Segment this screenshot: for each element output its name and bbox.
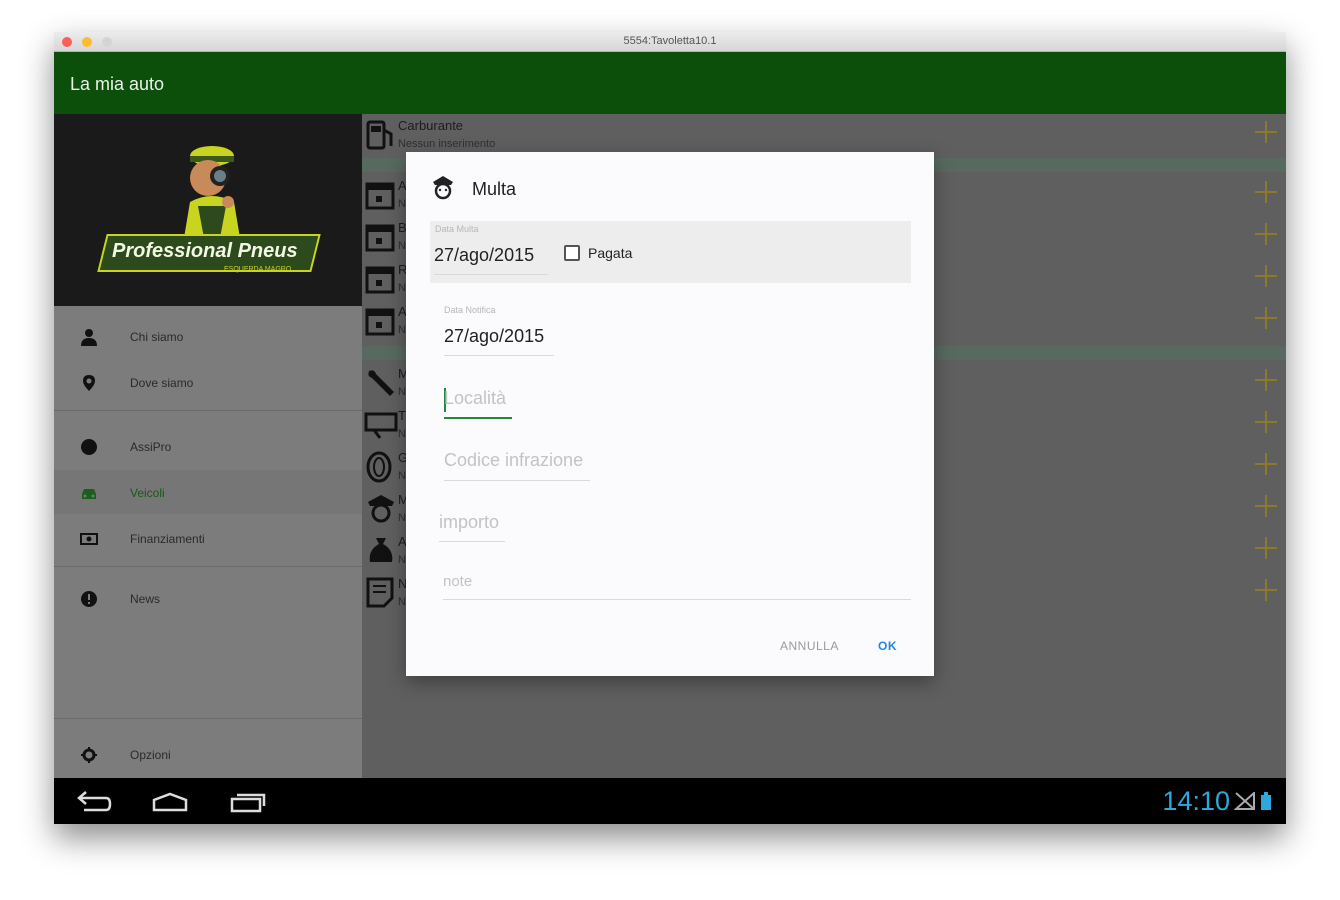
no-signal-icon — [1234, 792, 1255, 810]
annulla-button[interactable]: ANNULLA — [780, 639, 839, 653]
add-icon[interactable] — [1254, 536, 1278, 560]
row-subtitle: N — [398, 470, 406, 482]
pagata-label[interactable]: Pagata — [588, 245, 632, 261]
localita-input[interactable]: Località — [444, 388, 506, 409]
add-icon[interactable] — [1254, 306, 1278, 330]
note-input[interactable]: note — [443, 573, 472, 590]
mascot-icon — [184, 146, 240, 238]
pagata-checkbox[interactable] — [564, 245, 580, 261]
data-multa-field[interactable]: 27/ago/2015 — [434, 245, 534, 266]
calendar-icon — [365, 308, 395, 336]
list-item-carburante[interactable]: Carburante Nessun inserimento — [362, 114, 1286, 156]
data-multa-label: Data Multa — [435, 224, 479, 234]
add-icon[interactable] — [1254, 410, 1278, 434]
calendar-icon — [365, 224, 395, 252]
add-icon[interactable] — [1254, 494, 1278, 518]
drawer-item-label: Opzioni — [130, 748, 171, 762]
back-icon[interactable] — [74, 790, 114, 814]
calendar-icon — [365, 182, 395, 210]
calendar-icon — [365, 266, 395, 294]
drawer-divider — [54, 718, 362, 719]
tire-icon — [366, 451, 392, 483]
drawer-item-assipro[interactable]: AssiPro — [54, 424, 362, 468]
navigation-drawer: Professional Pneus ESQUERDA MAGRO Chi si… — [54, 114, 362, 778]
add-icon[interactable] — [1254, 452, 1278, 476]
row-subtitle: N — [398, 596, 406, 608]
wrench-icon — [368, 370, 394, 396]
drawer-item-dove-siamo[interactable]: Dove siamo — [54, 360, 362, 404]
add-icon[interactable] — [1254, 180, 1278, 204]
ok-button[interactable]: OK — [878, 639, 897, 653]
money-icon — [80, 533, 98, 545]
drawer-item-veicoli[interactable]: Veicoli — [54, 470, 362, 514]
window-title: 5554:Tavoletta10.1 — [623, 35, 717, 47]
fuel-pump-icon — [366, 120, 393, 150]
codice-underline — [444, 480, 590, 481]
app-title: La mia auto — [70, 74, 165, 94]
importo-input[interactable]: importo — [439, 512, 499, 533]
logo-subtext: ESQUERDA MAGRO — [224, 266, 292, 273]
circle-icon — [81, 439, 97, 455]
home-icon[interactable] — [150, 790, 190, 814]
row-subtitle: N — [398, 386, 406, 398]
drawer-header: Professional Pneus ESQUERDA MAGRO — [54, 114, 362, 306]
window-titlebar: 5554:Tavoletta10.1 — [54, 32, 1286, 52]
police-officer-icon — [433, 176, 453, 200]
row-subtitle: Nessun inserimento — [398, 138, 496, 150]
drawer-divider — [54, 566, 362, 567]
drawer-item-label: AssiPro — [130, 440, 172, 454]
action-bar: La mia auto — [54, 52, 1286, 114]
drawer-divider — [54, 410, 362, 411]
dialog-title: Multa — [472, 179, 517, 199]
multa-dialog: Multa Data Multa 27/ago/2015 Pagata Data… — [406, 152, 934, 676]
data-notifica-underline — [444, 355, 554, 356]
police-icon — [368, 495, 394, 523]
person-icon — [81, 329, 97, 346]
drawer-item-finanziamenti[interactable]: Finanziamenti — [54, 516, 362, 560]
row-subtitle: N — [398, 198, 406, 210]
gear-icon — [81, 747, 97, 763]
add-icon[interactable] — [1254, 578, 1278, 602]
row-subtitle: N — [398, 428, 406, 440]
brand-logo: Professional Pneus ESQUERDA MAGRO — [94, 142, 324, 282]
logo-text: Professional Pneus — [112, 240, 298, 262]
note-underline — [443, 599, 911, 600]
drawer-item-label: Chi siamo — [130, 330, 184, 344]
drawer-item-label: Dove siamo — [130, 376, 194, 390]
location-pin-icon — [83, 375, 95, 391]
importo-underline — [439, 541, 505, 542]
drawer-item-label: News — [130, 592, 161, 606]
row-subtitle: N — [398, 512, 406, 524]
row-title: T — [398, 408, 406, 423]
info-icon — [81, 591, 97, 607]
codice-infrazione-input[interactable]: Codice infrazione — [444, 450, 583, 471]
drawer-item-label: Veicoli — [130, 486, 165, 500]
localita-underline — [444, 417, 512, 419]
row-subtitle: N — [398, 324, 406, 336]
battery-icon — [1261, 792, 1271, 810]
data-notifica-label: Data Notifica — [444, 305, 496, 315]
add-icon[interactable] — [1254, 264, 1278, 288]
system-navigation-bar: 14:10 — [54, 778, 1286, 824]
data-notifica-field[interactable]: 27/ago/2015 — [444, 326, 544, 347]
note-icon — [366, 577, 394, 608]
drawer-item-opzioni[interactable]: Opzioni — [54, 732, 362, 776]
row-subtitle: N — [398, 240, 406, 252]
add-icon[interactable] — [1254, 120, 1278, 144]
money-bag-icon — [369, 538, 393, 562]
ticket-icon — [364, 412, 398, 439]
status-clock: 14:10 — [1162, 786, 1230, 816]
drawer-item-news[interactable]: News — [54, 576, 362, 620]
drawer-item-chi-siamo[interactable]: Chi siamo — [54, 314, 362, 358]
drawer-item-label: Finanziamenti — [130, 532, 205, 546]
row-title: Carburante — [398, 118, 464, 133]
add-icon[interactable] — [1254, 368, 1278, 392]
car-icon — [82, 489, 96, 499]
recent-apps-icon[interactable] — [228, 790, 268, 814]
row-subtitle: N — [398, 554, 406, 566]
row-subtitle: N — [398, 282, 406, 294]
data-multa-underline — [434, 274, 548, 275]
add-icon[interactable] — [1254, 222, 1278, 246]
